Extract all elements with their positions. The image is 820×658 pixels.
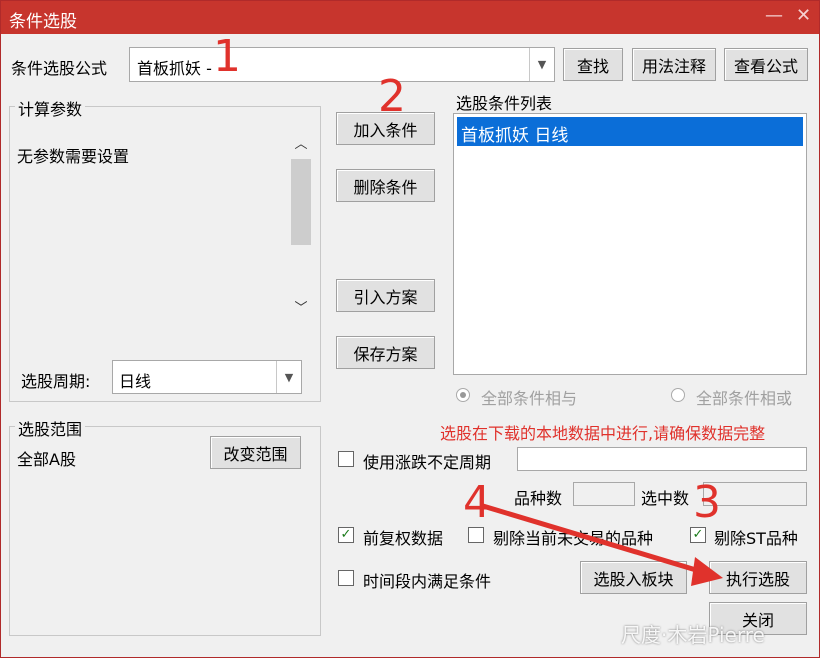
watermark: 尺度·木岩Pierre — [621, 623, 765, 647]
arrow-shaft — [482, 503, 707, 576]
condition-stock-picker-window: 条件选股 — ✕ 条件选股公式 首板抓妖 - ▼ 查找 用法注释 查看公式 计算… — [0, 0, 820, 658]
arrow-head — [691, 557, 723, 586]
annotation-arrow — [482, 503, 723, 586]
